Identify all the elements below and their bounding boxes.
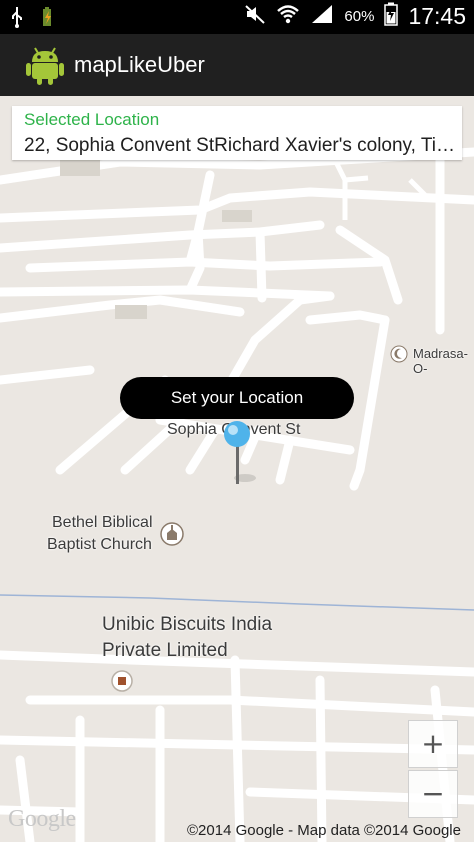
status-bar: 60% 17:45	[0, 0, 474, 34]
battery-percent: 60%	[344, 8, 375, 25]
android-icon	[26, 45, 64, 90]
battery-saver-icon	[40, 6, 54, 33]
zoom-out-button[interactable]: −	[408, 770, 458, 818]
mosque-icon	[390, 345, 408, 368]
selected-location-label: Selected Location	[24, 110, 160, 129]
usb-icon	[10, 6, 24, 33]
clock: 17:45	[408, 3, 466, 29]
selected-location-card: Selected Location 22, Sophia Convent StR…	[12, 106, 462, 160]
signal-icon	[310, 3, 334, 30]
map-label-church-line1: Bethel Biblical	[52, 514, 153, 531]
action-bar: mapLikeUber	[0, 34, 474, 96]
map-label-biscuits-line1: Unibic Biscuits India	[102, 614, 273, 635]
map-label-church-line2: Baptist Church	[47, 536, 152, 553]
app-title: mapLikeUber	[74, 52, 205, 77]
church-icon	[159, 521, 185, 552]
mute-icon	[244, 3, 266, 30]
map-label-biscuits-line2: Private Limited	[102, 640, 228, 661]
map-attribution: ©2014 Google - Map data ©2014 Google	[187, 822, 461, 839]
set-location-button[interactable]: Set your Location	[120, 377, 354, 419]
map-label-madrasa: Madrasa-O-	[413, 346, 468, 376]
google-logo: Google	[8, 806, 76, 832]
factory-icon	[110, 669, 134, 698]
wifi-icon	[276, 3, 300, 30]
selected-location-address: 22, Sophia Convent StRichard Xavier's co…	[24, 135, 456, 156]
battery-icon	[384, 2, 399, 31]
zoom-in-button[interactable]: +	[408, 720, 458, 768]
location-pin-icon	[221, 420, 261, 491]
